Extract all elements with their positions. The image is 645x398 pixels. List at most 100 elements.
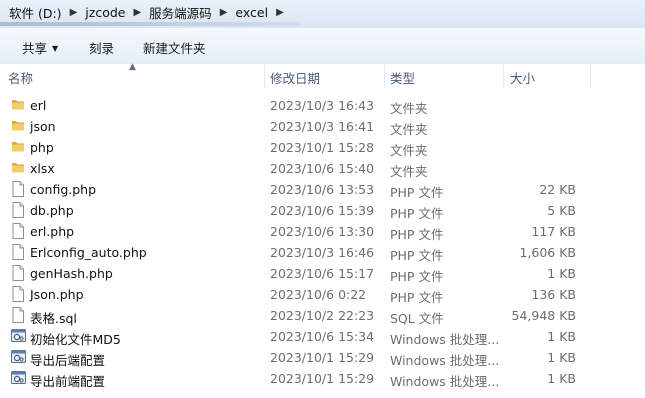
file-name: config.php [30, 182, 97, 197]
file-row[interactable]: 表格.sql 2023/10/2 22:23 SQL 文件 54,948 KB [0, 305, 645, 326]
column-divider[interactable] [590, 64, 591, 88]
file-type: Windows 批处理... [390, 374, 500, 389]
file-type: PHP 文件 [390, 248, 444, 263]
file-modified-date: 2023/10/2 22:23 [270, 308, 375, 323]
breadcrumb-item-drive[interactable]: 软件 (D:) [6, 3, 65, 22]
file-name: json [30, 119, 56, 134]
file-size: 1 KB [547, 371, 576, 386]
file-type: PHP 文件 [390, 206, 444, 221]
file-modified-date: 2023/10/6 15:34 [270, 329, 375, 344]
command-toolbar: 共享 ▼ 刻录 新建文件夹 [0, 28, 645, 65]
file-icon [11, 307, 25, 323]
file-modified-date: 2023/10/1 15:29 [270, 350, 375, 365]
file-name: 表格.sql [30, 311, 77, 326]
file-type: 文件夹 [390, 164, 428, 179]
new-folder-button[interactable]: 新建文件夹 [143, 38, 206, 57]
folder-icon [11, 118, 25, 134]
file-type: Windows 批处理... [390, 353, 500, 368]
column-header-type[interactable]: 类型 [390, 68, 415, 87]
file-row[interactable]: Json.php 2023/10/6 0:22 PHP 文件 136 KB [0, 284, 645, 305]
column-header-name[interactable]: 名称 [8, 68, 33, 87]
file-icon [11, 202, 25, 218]
address-bar[interactable]: 软件 (D:) ▶ jzcode ▶ 服务端源码 ▶ excel ▶ [0, 0, 645, 29]
file-name: Erlconfig_auto.php [30, 245, 147, 260]
file-modified-date: 2023/10/6 13:53 [270, 182, 375, 197]
column-header: ▲ 名称 修改日期 类型 大小 [0, 62, 645, 88]
share-label: 共享 [22, 41, 48, 56]
breadcrumb-item-excel[interactable]: excel [232, 5, 271, 20]
file-row[interactable]: php 2023/10/1 15:28 文件夹 [0, 137, 645, 158]
file-row[interactable]: db.php 2023/10/6 15:39 PHP 文件 5 KB [0, 200, 645, 221]
file-type: PHP 文件 [390, 269, 444, 284]
file-modified-date: 2023/10/3 16:41 [270, 119, 375, 134]
file-size: 1 KB [547, 329, 576, 344]
file-icon [11, 286, 25, 302]
file-size: 54,948 KB [511, 308, 576, 323]
file-name: genHash.php [30, 266, 113, 281]
breadcrumb-item-jzcode[interactable]: jzcode [82, 5, 128, 20]
file-icon [11, 265, 25, 281]
file-modified-date: 2023/10/6 15:17 [270, 266, 375, 281]
chevron-right-icon[interactable]: ▶ [65, 7, 83, 18]
dropdown-arrow-icon: ▼ [52, 44, 59, 53]
file-icon [11, 181, 25, 197]
share-button[interactable]: 共享 ▼ [22, 38, 58, 57]
breadcrumb-item-server-source[interactable]: 服务端源码 [146, 3, 215, 22]
file-modified-date: 2023/10/6 13:30 [270, 224, 375, 239]
file-name: xlsx [30, 161, 55, 176]
file-name: db.php [30, 203, 74, 218]
column-header-size[interactable]: 大小 [510, 68, 535, 87]
file-type: PHP 文件 [390, 185, 444, 200]
breadcrumb: 软件 (D:) ▶ jzcode ▶ 服务端源码 ▶ excel ▶ [6, 3, 289, 21]
file-type: 文件夹 [390, 143, 428, 158]
file-row[interactable]: 初始化文件MD5 2023/10/6 15:34 Windows 批处理... 1 K… [0, 326, 645, 347]
file-name: 导出前端配置 [30, 374, 106, 389]
file-modified-date: 2023/10/1 15:28 [270, 140, 375, 155]
file-type: PHP 文件 [390, 227, 444, 242]
file-row[interactable]: json 2023/10/3 16:41 文件夹 [0, 116, 645, 137]
file-row[interactable]: erl.php 2023/10/6 13:30 PHP 文件 117 KB [0, 221, 645, 242]
burn-button[interactable]: 刻录 [89, 38, 114, 57]
file-name: 导出后端配置 [30, 353, 106, 368]
file-type: Windows 批处理... [390, 332, 500, 347]
file-type: 文件夹 [390, 101, 428, 116]
file-type: PHP 文件 [390, 290, 444, 305]
chevron-right-icon[interactable]: ▶ [128, 7, 146, 18]
sort-ascending-icon: ▲ [129, 62, 136, 72]
file-size: 5 KB [547, 203, 576, 218]
folder-icon [11, 97, 25, 113]
file-modified-date: 2023/10/6 15:40 [270, 161, 375, 176]
folder-icon [11, 160, 25, 176]
file-row[interactable]: config.php 2023/10/6 13:53 PHP 文件 22 KB [0, 179, 645, 200]
column-divider[interactable] [264, 64, 265, 88]
file-type: 文件夹 [390, 122, 428, 137]
file-modified-date: 2023/10/1 15:29 [270, 371, 375, 386]
file-name: erl [30, 98, 47, 113]
file-size: 136 KB [531, 287, 576, 302]
file-size: 1 KB [547, 266, 576, 281]
file-modified-date: 2023/10/6 0:22 [270, 287, 367, 302]
file-name: 初始化文件MD5 [30, 332, 121, 347]
file-row[interactable]: xlsx 2023/10/6 15:40 文件夹 [0, 158, 645, 179]
file-size: 1,606 KB [519, 245, 576, 260]
file-modified-date: 2023/10/6 15:39 [270, 203, 375, 218]
file-row[interactable]: erl 2023/10/3 16:43 文件夹 [0, 95, 645, 116]
batch-file-icon [11, 349, 26, 365]
file-name: php [30, 140, 54, 155]
column-header-date[interactable]: 修改日期 [270, 68, 320, 87]
file-row[interactable]: Erlconfig_auto.php 2023/10/3 16:46 PHP 文件 1… [0, 242, 645, 263]
batch-file-icon [11, 370, 26, 386]
file-row[interactable]: 导出前端配置 2023/10/1 15:29 Windows 批处理... 1 KB [0, 368, 645, 389]
address-bar-edge [0, 22, 300, 26]
chevron-right-icon[interactable]: ▶ [271, 7, 289, 18]
file-size: 1 KB [547, 350, 576, 365]
file-size: 22 KB [539, 182, 576, 197]
file-row[interactable]: 导出后端配置 2023/10/1 15:29 Windows 批处理... 1 KB [0, 347, 645, 368]
file-size: 117 KB [531, 224, 576, 239]
chevron-right-icon[interactable]: ▶ [215, 7, 233, 18]
file-icon [11, 223, 25, 239]
file-row[interactable]: genHash.php 2023/10/6 15:17 PHP 文件 1 KB [0, 263, 645, 284]
column-divider[interactable] [503, 64, 504, 88]
column-divider[interactable] [384, 64, 385, 88]
batch-file-icon [11, 328, 26, 344]
